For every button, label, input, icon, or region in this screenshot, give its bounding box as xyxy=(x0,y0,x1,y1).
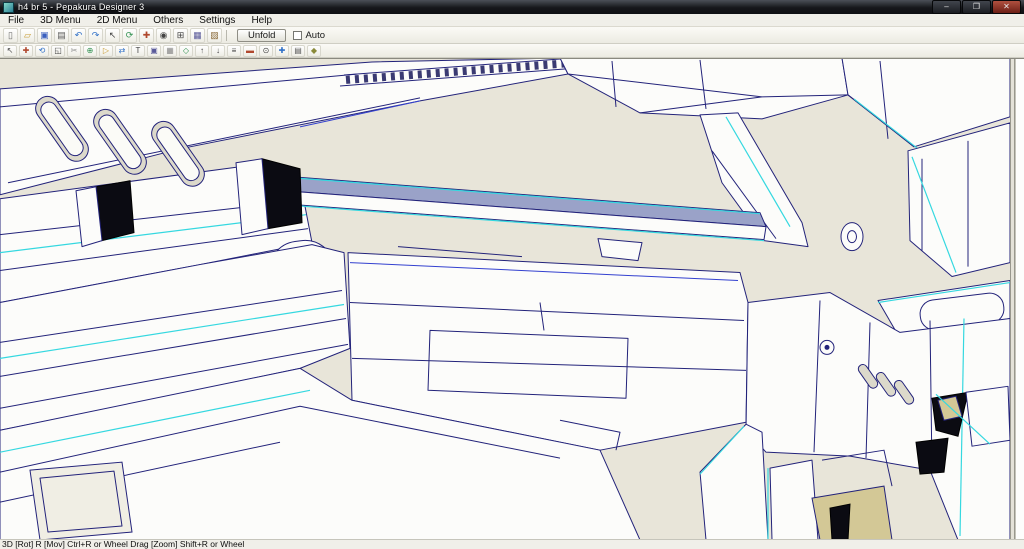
rotate-part-icon[interactable]: ⟲ xyxy=(35,44,49,57)
texture-toggle-icon[interactable]: ▨ xyxy=(207,27,222,43)
join-edge-icon[interactable]: ⊕ xyxy=(83,44,97,57)
toolbar-separator xyxy=(226,29,227,41)
move-part-icon[interactable]: ✚ xyxy=(19,44,33,57)
grid-toggle-icon[interactable]: ▦ xyxy=(163,44,177,57)
edit-select-icon[interactable]: ↖ xyxy=(3,44,17,57)
undo-icon[interactable]: ↶ xyxy=(71,27,86,43)
pan-2d-icon[interactable]: ✚ xyxy=(275,44,289,57)
flap-edit-icon[interactable]: ▷ xyxy=(99,44,113,57)
flap-flip-icon[interactable]: ⇄ xyxy=(115,44,129,57)
open-folder-icon[interactable]: ▱ xyxy=(20,27,35,43)
toolbar-2d-edit: ↖ ✚ ⟲ ◱ ✂ ⊕ ▷ ⇄ T ▣ ▦ ◇ ↑ ↓ ≡ ▬ ⊙ ✚ ▤ ◆ xyxy=(0,44,1024,58)
menu-bar: File 3D Menu 2D Menu Others Settings Help xyxy=(0,14,1024,27)
window-title: h4 br 5 - Pepakura Designer 3 xyxy=(18,2,145,12)
close-button[interactable]: ✕ xyxy=(992,0,1021,14)
print-icon[interactable]: ▤ xyxy=(54,27,69,43)
model-wireframe xyxy=(0,59,1010,539)
add-text-icon[interactable]: T xyxy=(131,44,145,57)
3d-viewport[interactable] xyxy=(0,59,1010,539)
auto-checkbox-label: Auto xyxy=(305,29,326,41)
align-parts-icon[interactable]: ≡ xyxy=(227,44,241,57)
print-preview-icon[interactable]: ▤ xyxy=(291,44,305,57)
send-back-icon[interactable]: ↓ xyxy=(211,44,225,57)
rotate-view-icon[interactable]: ⟳ xyxy=(122,27,137,43)
menu-item-3d-menu[interactable]: 3D Menu xyxy=(32,14,89,27)
pan-view-icon[interactable]: ✚ xyxy=(139,27,154,43)
toolbar-main: ▯ ▱ ▣ ▤ ↶ ↷ ↖ ⟳ ✚ ◉ ⊞ ▦ ▨ Unfold Auto xyxy=(0,27,1024,44)
menu-item-others[interactable]: Others xyxy=(145,14,191,27)
zoom-2d-icon[interactable]: ⊙ xyxy=(259,44,273,57)
title-bar: h4 br 5 - Pepakura Designer 3 – ❐ ✕ xyxy=(0,0,1024,14)
save-icon[interactable]: ▣ xyxy=(37,27,52,43)
work-area xyxy=(0,58,1024,539)
edge-color-icon[interactable]: ▬ xyxy=(243,44,257,57)
toolbar-main-icons: ▯ ▱ ▣ ▤ ↶ ↷ ↖ ⟳ ✚ ◉ ⊞ ▦ ▨ xyxy=(2,27,223,43)
auto-checkbox[interactable] xyxy=(293,30,303,40)
menu-item-help[interactable]: Help xyxy=(243,14,280,27)
window-controls: – ❐ ✕ xyxy=(931,0,1021,14)
zoom-view-icon[interactable]: ◉ xyxy=(156,27,171,43)
maximize-button[interactable]: ❐ xyxy=(962,0,991,14)
bring-front-icon[interactable]: ↑ xyxy=(195,44,209,57)
snap-toggle-icon[interactable]: ◇ xyxy=(179,44,193,57)
status-hint-text: 3D [Rot] R [Mov] Ctrl+R or Wheel Drag [Z… xyxy=(2,539,245,549)
toolbar-2d-icons: ↖ ✚ ⟲ ◱ ✂ ⊕ ▷ ⇄ T ▣ ▦ ◇ ↑ ↓ ≡ ▬ ⊙ ✚ ▤ ◆ xyxy=(2,44,322,57)
app-icon xyxy=(3,1,14,13)
auto-unfold-option: Auto xyxy=(293,30,325,41)
menu-item-settings[interactable]: Settings xyxy=(191,14,243,27)
menu-item-file[interactable]: File xyxy=(0,14,32,27)
2d-pane-edge xyxy=(1015,59,1024,539)
add-image-icon[interactable]: ▣ xyxy=(147,44,161,57)
redo-icon[interactable]: ↷ xyxy=(88,27,103,43)
divide-edge-icon[interactable]: ✂ xyxy=(67,44,81,57)
scale-part-icon[interactable]: ◱ xyxy=(51,44,65,57)
status-bar: 3D [Rot] R [Mov] Ctrl+R or Wheel Drag [Z… xyxy=(0,539,1024,549)
select-mode-icon[interactable]: ↖ xyxy=(105,27,120,43)
lock-part-icon[interactable]: ◆ xyxy=(307,44,321,57)
fit-view-icon[interactable]: ⊞ xyxy=(173,27,188,43)
wireframe-toggle-icon[interactable]: ▦ xyxy=(190,27,205,43)
minimize-button[interactable]: – xyxy=(932,0,961,14)
unfold-button[interactable]: Unfold xyxy=(237,28,287,42)
menu-item-2d-menu[interactable]: 2D Menu xyxy=(89,14,146,27)
new-file-icon[interactable]: ▯ xyxy=(3,27,18,43)
